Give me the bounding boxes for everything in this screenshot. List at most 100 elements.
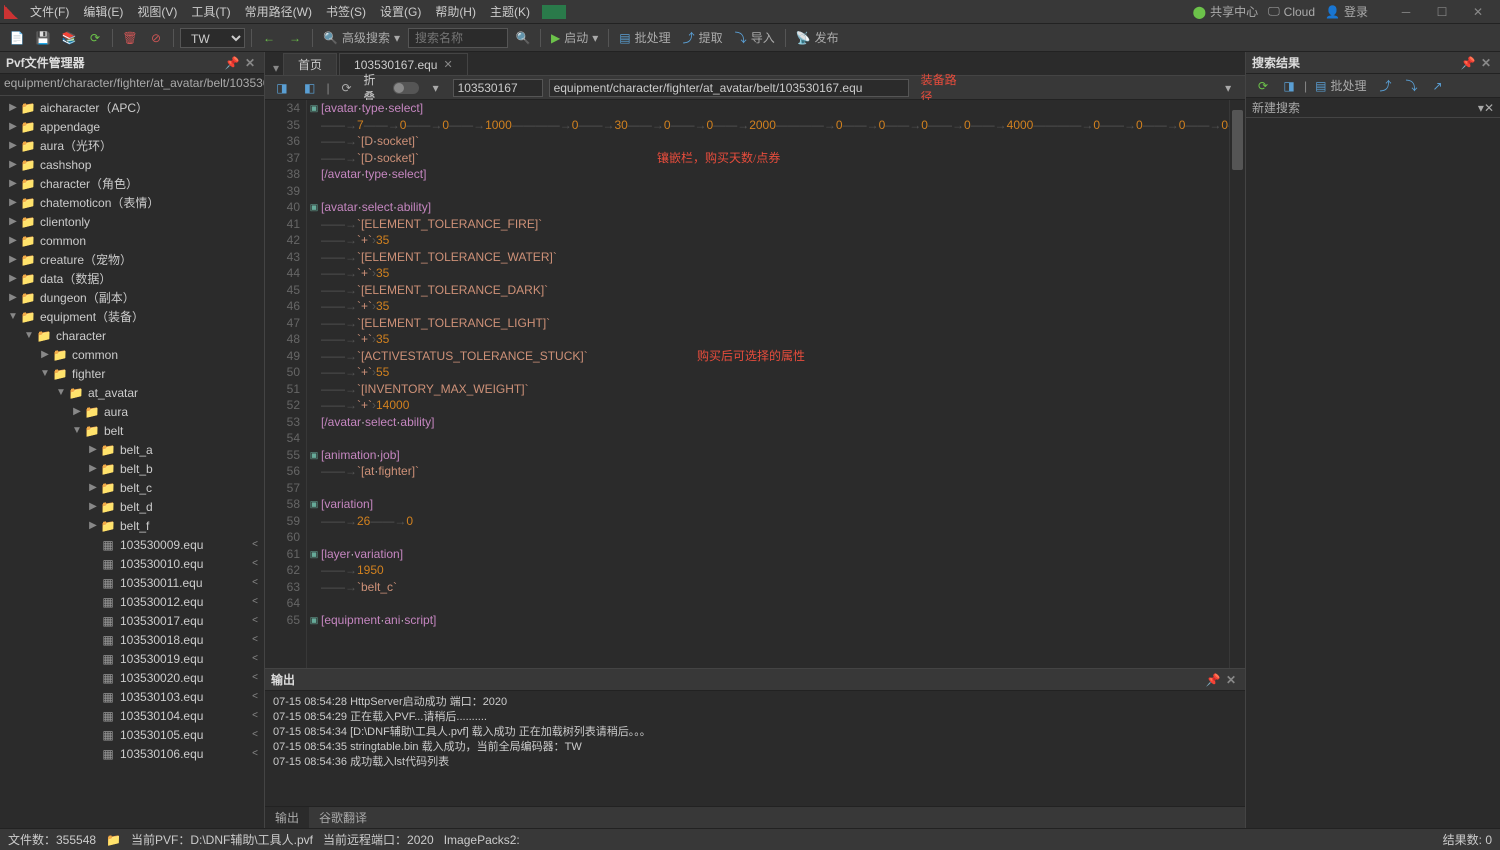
- tree-file[interactable]: ▦103530018.equ<: [0, 630, 264, 649]
- path-input[interactable]: [549, 79, 909, 97]
- tree-file[interactable]: ▦103530105.equ<: [0, 725, 264, 744]
- expand-icon[interactable]: ▶: [6, 292, 20, 303]
- fold-dropdown-icon[interactable]: ▾: [425, 77, 447, 99]
- tree-folder[interactable]: ▼📁equipment（装备）: [0, 307, 264, 326]
- expand-icon[interactable]: ▶: [6, 121, 20, 132]
- expand-icon[interactable]: ▶: [86, 482, 100, 493]
- tree-folder[interactable]: ▶📁aura（光环）: [0, 136, 264, 155]
- tab-file[interactable]: 103530167.equ✕: [339, 53, 468, 75]
- results-pin-icon[interactable]: 📌: [1460, 55, 1476, 71]
- tree-folder[interactable]: ▶📁belt_f: [0, 516, 264, 535]
- tree-folder[interactable]: ▼📁fighter: [0, 364, 264, 383]
- share-center-link[interactable]: ⬤共享中心: [1193, 3, 1258, 20]
- tree-folder[interactable]: ▼📁belt: [0, 421, 264, 440]
- tree-folder[interactable]: ▶📁data（数据）: [0, 269, 264, 288]
- close-button[interactable]: ✕: [1460, 0, 1496, 24]
- tree-folder[interactable]: ▶📁common: [0, 345, 264, 364]
- expand-icon[interactable]: ▶: [6, 178, 20, 189]
- tree-folder[interactable]: ▶📁creature（宠物）: [0, 250, 264, 269]
- tree-file[interactable]: ▦103530104.equ<: [0, 706, 264, 725]
- advanced-search-link[interactable]: 🔍高级搜索 ▾: [319, 29, 404, 46]
- cancel-icon[interactable]: ⊘: [145, 27, 167, 49]
- expand-icon[interactable]: ▶: [86, 444, 100, 455]
- expand-icon[interactable]: ▶: [6, 197, 20, 208]
- menu-file[interactable]: 文件(F): [24, 1, 75, 22]
- panel-close-icon[interactable]: ✕: [242, 55, 258, 71]
- tab-close-icon[interactable]: ✕: [443, 58, 452, 71]
- results-extract-icon[interactable]: ⤴: [1374, 75, 1396, 97]
- nav-forward-icon[interactable]: →: [284, 27, 306, 49]
- nav-back-icon[interactable]: ←: [258, 27, 280, 49]
- editor-menu-icon[interactable]: ▾: [1217, 77, 1239, 99]
- tree-folder[interactable]: ▶📁aura: [0, 402, 264, 421]
- tree-folder[interactable]: ▼📁at_avatar: [0, 383, 264, 402]
- output-close-icon[interactable]: ✕: [1223, 672, 1239, 688]
- vertical-scrollbar[interactable]: [1229, 100, 1245, 668]
- tree-folder[interactable]: ▶📁appendage: [0, 117, 264, 136]
- tree-file[interactable]: ▦103530011.equ<: [0, 573, 264, 592]
- save-icon[interactable]: 💾: [32, 27, 54, 49]
- expand-icon[interactable]: ▶: [86, 520, 100, 531]
- panel-layout2-icon[interactable]: ◧: [299, 77, 321, 99]
- tree-folder[interactable]: ▶📁belt_d: [0, 497, 264, 516]
- tree-folder[interactable]: ▶📁character（角色）: [0, 174, 264, 193]
- results-import-icon[interactable]: ⤵: [1400, 75, 1422, 97]
- scrollbar-thumb[interactable]: [1232, 110, 1243, 170]
- refresh-sub-icon[interactable]: ⟳: [336, 77, 358, 99]
- results-export-icon[interactable]: ↗: [1426, 75, 1448, 97]
- menu-view[interactable]: 视图(V): [131, 1, 183, 22]
- tree-folder[interactable]: ▶📁chatemoticon（表情）: [0, 193, 264, 212]
- tabs-dropdown-icon[interactable]: ▾: [269, 61, 283, 75]
- search-name-input[interactable]: [408, 28, 508, 48]
- tab-home[interactable]: 首页: [283, 53, 337, 75]
- tree-folder[interactable]: ▶📁belt_c: [0, 478, 264, 497]
- id-input[interactable]: [453, 79, 543, 97]
- code-editor[interactable]: 3435363738394041424344454647484950515253…: [265, 100, 1245, 668]
- expand-icon[interactable]: ▶: [6, 140, 20, 151]
- tree-folder[interactable]: ▶📁dungeon（副本）: [0, 288, 264, 307]
- extract-button[interactable]: ⤴提取: [679, 29, 727, 46]
- menu-theme[interactable]: 主题(K): [484, 1, 536, 22]
- encoding-select[interactable]: TW: [180, 28, 245, 48]
- expand-icon[interactable]: ▼: [38, 368, 52, 379]
- minimize-button[interactable]: ─: [1388, 0, 1424, 24]
- tree-folder[interactable]: ▶📁belt_b: [0, 459, 264, 478]
- menu-help[interactable]: 帮助(H): [429, 1, 482, 22]
- search-go-icon[interactable]: 🔍: [512, 27, 534, 49]
- results-batch-button[interactable]: ▤批处理: [1311, 77, 1370, 94]
- tree-file[interactable]: ▦103530103.equ<: [0, 687, 264, 706]
- menu-settings[interactable]: 设置(G): [374, 1, 427, 22]
- expand-icon[interactable]: ▼: [54, 387, 68, 398]
- tree-file[interactable]: ▦103530106.equ<: [0, 744, 264, 763]
- maximize-button[interactable]: ☐: [1424, 0, 1460, 24]
- output-pin-icon[interactable]: 📌: [1205, 672, 1221, 688]
- menu-tools[interactable]: 工具(T): [185, 1, 236, 22]
- panel-layout-icon[interactable]: ◨: [271, 77, 293, 99]
- expand-icon[interactable]: ▶: [6, 235, 20, 246]
- tree-file[interactable]: ▦103530019.equ<: [0, 649, 264, 668]
- delete-icon[interactable]: 🗑: [119, 27, 141, 49]
- tree-file[interactable]: ▦103530009.equ<: [0, 535, 264, 554]
- expand-icon[interactable]: ▶: [6, 216, 20, 227]
- menu-edit[interactable]: 编辑(E): [77, 1, 129, 22]
- tree-file[interactable]: ▦103530012.equ<: [0, 592, 264, 611]
- tree-file[interactable]: ▦103530010.equ<: [0, 554, 264, 573]
- expand-icon[interactable]: ▶: [38, 349, 52, 360]
- new-search-row[interactable]: 新建搜索▾✕: [1246, 98, 1500, 118]
- expand-icon[interactable]: ▼: [70, 425, 84, 436]
- tree-folder[interactable]: ▶📁common: [0, 231, 264, 250]
- expand-icon[interactable]: ▶: [70, 406, 84, 417]
- save-all-icon[interactable]: 📚: [58, 27, 80, 49]
- results-filter-icon[interactable]: ◨: [1278, 75, 1300, 97]
- path-breadcrumb[interactable]: equipment/character/fighter/at_avatar/be…: [0, 74, 264, 96]
- expand-icon[interactable]: ▶: [6, 273, 20, 284]
- expand-icon[interactable]: ▶: [86, 463, 100, 474]
- publish-button[interactable]: 📡发布: [792, 29, 843, 46]
- expand-icon[interactable]: ▶: [86, 501, 100, 512]
- new-search-close-icon[interactable]: ✕: [1484, 101, 1494, 115]
- new-file-icon[interactable]: 📄: [6, 27, 28, 49]
- tree-folder[interactable]: ▶📁cashshop: [0, 155, 264, 174]
- tree-folder[interactable]: ▶📁belt_a: [0, 440, 264, 459]
- fold-toggle[interactable]: [393, 82, 419, 94]
- file-tree[interactable]: ▶📁aicharacter（APC）▶📁appendage▶📁aura（光环）▶…: [0, 96, 264, 828]
